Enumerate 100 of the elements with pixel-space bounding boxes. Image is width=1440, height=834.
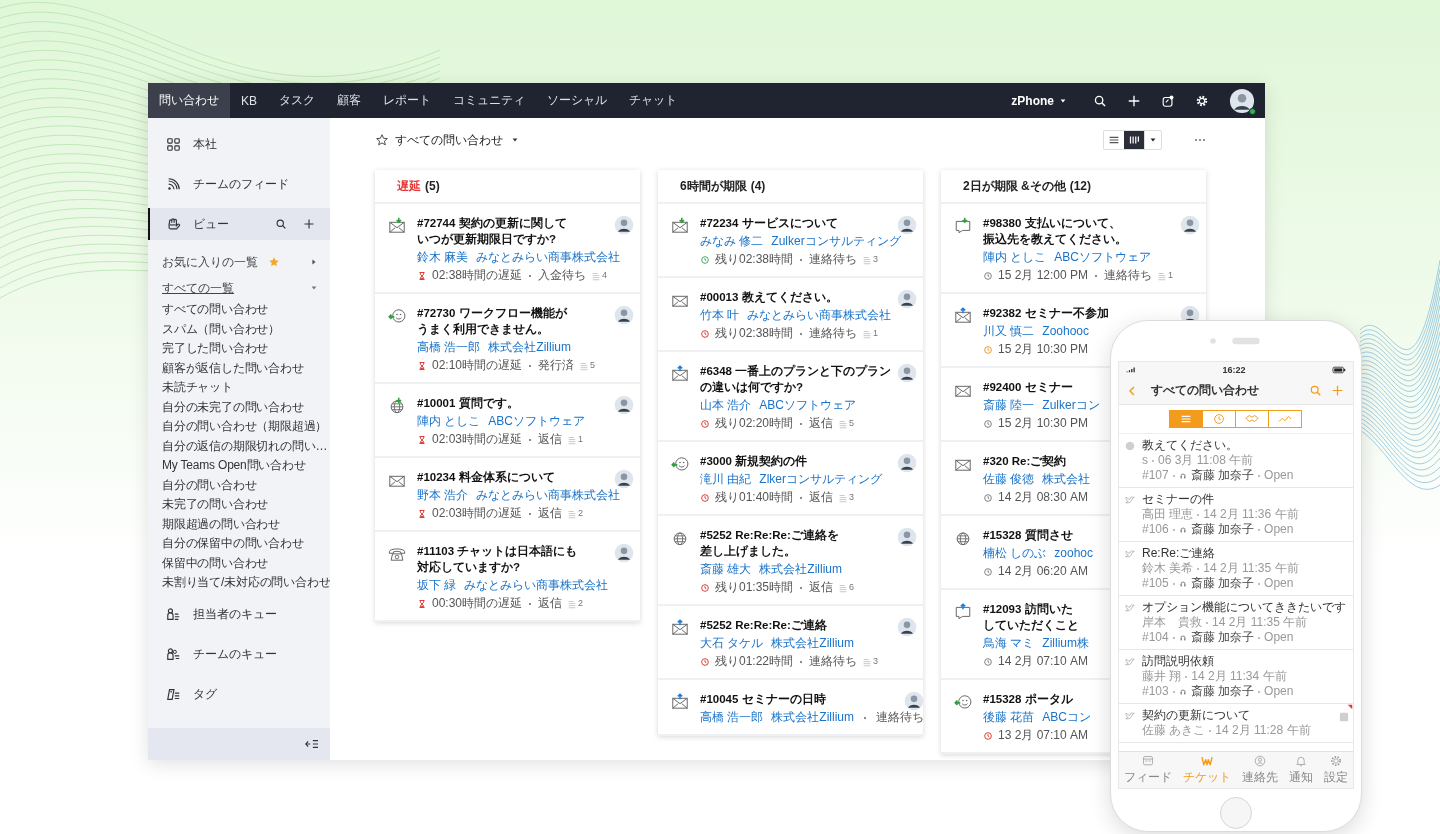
sidebar-item[interactable]: タグ (148, 674, 330, 715)
ticket-row[interactable]: 訪問説明依頼 藤井 翔 14 2月 11:34 午前 #103 斎藤 加奈子 Open (1119, 650, 1353, 704)
sidebar-item[interactable]: ビュー (148, 208, 330, 240)
ticket-title[interactable]: #98380 支払いについて、 (983, 215, 1121, 231)
account-link[interactable]: みなとみらい商事株式会社 (476, 488, 621, 503)
view-link[interactable]: 期限超過の問い合わせ (162, 514, 330, 534)
caret-icon[interactable] (310, 284, 318, 292)
ticket-title[interactable]: #6348 一番上のプランと下のプラン (700, 363, 892, 379)
search-icon[interactable] (1093, 93, 1107, 108)
ticket-row[interactable]: 契約の更新について 佐藤 あきこ 14 2月 11:28 午前 (1119, 704, 1353, 743)
ticket-row[interactable]: Re:Re:ご連絡 鈴木 美希 14 2月 11:35 午前 #105 斎藤 加奈子 Open (1119, 542, 1353, 596)
star-icon[interactable] (375, 133, 389, 147)
ticket-title[interactable]: #3000 新規契約の件 (700, 453, 808, 469)
view-link[interactable]: 顧客が返信した問い合わせ (162, 358, 330, 378)
external-link-icon[interactable] (1161, 93, 1175, 108)
account-link[interactable]: ABCソフトウェア (488, 414, 586, 429)
view-link[interactable]: 未完了の問い合わせ (162, 495, 330, 515)
ticket-title[interactable]: #11103 チャットは日本語にも (417, 543, 578, 559)
view-link[interactable]: 未読チャット (162, 378, 330, 398)
ticket-row[interactable]: セミナーの件 高田 理恵 14 2月 11:36 午前 #106 斎藤 加奈子 Open (1119, 488, 1353, 542)
contact-link[interactable]: 陣内 としこ (983, 250, 1047, 265)
tab-bar-item[interactable]: 設定 (1318, 752, 1353, 788)
view-link[interactable]: 自分の問い合わせ（期限超過） (162, 417, 330, 437)
view-link[interactable]: すべての問い合わせ (162, 300, 330, 320)
contact-link[interactable]: 高橋 浩一郎 (700, 710, 764, 725)
ticket-title[interactable]: 差し上げました。 (700, 543, 796, 559)
sidebar-item[interactable]: チームのキュー (148, 634, 330, 675)
ticket-title[interactable]: #10001 質問です。 (417, 395, 519, 411)
view-link[interactable]: 自分の未完了の問い合わせ (162, 397, 330, 417)
contact-link[interactable]: 高橋 浩一郎 (417, 340, 481, 355)
contact-link[interactable]: 鈴木 麻美 (417, 250, 469, 265)
contact-link[interactable]: 鳥海 マミ (983, 636, 1035, 651)
contact-link[interactable]: 大石 タケル (700, 636, 764, 651)
contact-link[interactable]: 野本 浩介 (417, 488, 469, 503)
view-link[interactable]: 自分の問い合わせ (162, 475, 330, 495)
view-selector[interactable]: すべての問い合わせ (395, 131, 519, 149)
account-link[interactable]: みなとみらい商事株式会社 (747, 308, 892, 323)
view-link[interactable]: 未割り当て/未対応の問い合わせ (162, 573, 330, 593)
view-link[interactable]: 保留中の問い合わせ (162, 553, 330, 573)
view-link[interactable]: スパム（問い合わせ） (162, 319, 330, 339)
contact-link[interactable]: 坂下 緑 (417, 578, 457, 593)
ticket-title[interactable]: #320 Re:ご契約 (983, 453, 1067, 469)
ticket-title[interactable]: #92400 セミナー (983, 379, 1073, 395)
view-link[interactable]: 自分の保留中の問い合わせ (162, 534, 330, 554)
ticket-title[interactable]: #15328 質問させ (983, 527, 1073, 543)
ticket-title[interactable]: #15328 ポータル (983, 691, 1073, 707)
nav-tab[interactable]: 問い合わせ (148, 83, 230, 118)
account-link[interactable]: ABCコン (1042, 710, 1092, 725)
contact-link[interactable]: みなみ 修二 (700, 234, 764, 249)
contact-link[interactable]: 滝川 由紀 (700, 472, 752, 487)
sidebar-item[interactable]: チームのフィード (148, 164, 330, 204)
ticket-title[interactable]: #92382 セミナー不参加 (983, 305, 1109, 321)
nav-tab[interactable]: KB (230, 83, 268, 118)
contact-link[interactable]: 山本 浩介 (700, 398, 752, 413)
settings-icon[interactable] (1195, 93, 1209, 108)
account-link[interactable]: ABCソフトウェア (1054, 250, 1152, 265)
contact-link[interactable]: 川又 慎二 (983, 324, 1035, 339)
collapse-icon[interactable] (304, 738, 320, 750)
ticket-title[interactable]: していただくこと (983, 617, 1079, 633)
ticket-title[interactable]: 振込先を教えてください。 (983, 231, 1127, 247)
ticket-title[interactable]: #5252 Re:Re:Re:ご連絡を (700, 527, 839, 543)
ticket-title[interactable]: #12093 訪問いた (983, 601, 1073, 617)
view-link[interactable]: 自分の返信の期限切れの問い… (162, 436, 330, 456)
view-link[interactable]: My Teams Open問い合わせ (162, 456, 330, 476)
search-icon[interactable] (275, 218, 287, 230)
ticket-title[interactable]: #72730 ワークフロー機能が (417, 305, 567, 321)
contact-link[interactable]: 斎藤 陸一 (983, 398, 1035, 413)
account-link[interactable]: みなとみらい商事株式会社 (464, 578, 609, 593)
ticket-title[interactable]: #5252 Re:Re:Re:ご連絡 (700, 617, 827, 633)
ticket-title[interactable]: #72234 サービスについて (700, 215, 838, 231)
account-link[interactable]: 株式会社 (1042, 472, 1091, 487)
contact-link[interactable]: 佐藤 俊徳 (983, 472, 1035, 487)
more-icon[interactable] (1192, 138, 1208, 142)
ticket-title[interactable]: #00013 教えてください。 (700, 289, 838, 305)
add-icon[interactable] (303, 218, 315, 230)
ticket-title[interactable]: #72744 契約の更新に関して (417, 215, 567, 231)
department-dropdown[interactable]: zPhone (1011, 93, 1067, 108)
contact-link[interactable]: 竹本 叶 (700, 308, 740, 323)
ticket-title[interactable]: 対応していますか? (417, 559, 521, 575)
ticket-row[interactable]: オプション機能についてききたいです 岸本 貴救 14 2月 11:35 午前 #104 斎藤 加奈子 Open (1119, 596, 1353, 650)
sidebar-item[interactable]: 本社 (148, 124, 330, 164)
account-link[interactable]: みなとみらい商事株式会社 (476, 250, 621, 265)
account-link[interactable]: zoohoc (1054, 546, 1094, 561)
layout-toggle[interactable] (1124, 131, 1144, 149)
account-link[interactable]: Zillium株 (1042, 636, 1089, 651)
caret-icon[interactable] (310, 258, 318, 266)
list-heading[interactable]: すべての一覧 (162, 279, 234, 297)
account-link[interactable]: Zlkerコンサルティング (759, 472, 882, 487)
nav-tab[interactable]: チャット (618, 83, 688, 118)
contact-link[interactable]: 楠松 しのぶ (983, 546, 1047, 561)
account-link[interactable]: Zoohooc (1042, 324, 1090, 339)
tab-bar-item[interactable]: 連絡先 (1236, 752, 1284, 788)
ticket-title[interactable]: いつが更新期限日ですか? (417, 231, 557, 247)
ticket-title[interactable]: #10234 料金体系について (417, 469, 555, 485)
nav-tab[interactable]: コミュニティ (442, 83, 536, 118)
list-heading[interactable]: お気に入りの一覧 (162, 253, 258, 271)
ticket-row[interactable]: 教えてください。 s 06 3月 11:08 午前 #107 斎藤 加奈子 Open (1119, 434, 1353, 488)
ticket-title[interactable]: #10045 セミナーの日時 (700, 691, 826, 707)
ticket-title[interactable]: うまく利用できません。 (417, 321, 549, 337)
tab-bar-item[interactable]: 通知 (1283, 752, 1319, 788)
